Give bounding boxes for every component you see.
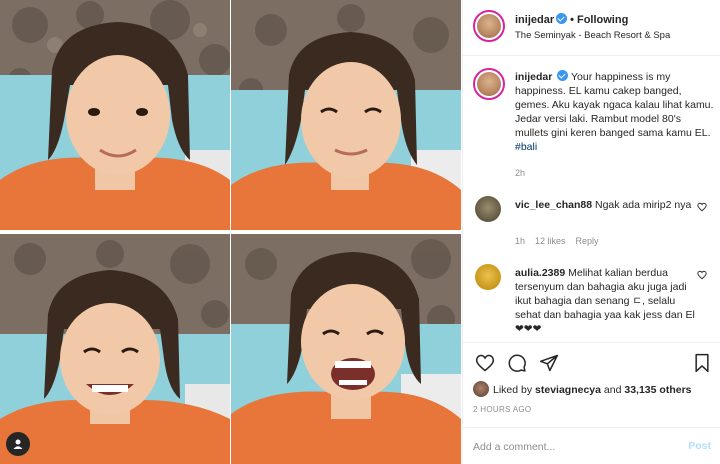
user-tag-icon	[13, 439, 23, 449]
comment-input[interactable]	[473, 438, 673, 456]
caption-username[interactable]: inijedar	[515, 71, 552, 83]
user-tag-button[interactable]	[6, 432, 30, 456]
child-smiling-image	[0, 0, 230, 230]
photo-tile-4	[231, 234, 461, 464]
comment-time: 1h	[515, 236, 526, 246]
photo-tile-2	[231, 0, 461, 230]
post-header: inijedar • Following The Seminyak - Beach …	[463, 0, 720, 56]
likes-summary: Liked by steviagnecya and 33,135 others	[473, 381, 692, 397]
child-scrunched-face-image	[231, 0, 461, 230]
likes-joiner: and	[603, 384, 622, 396]
commenter-username[interactable]: aulia.2389	[515, 267, 565, 279]
author-avatar[interactable]	[473, 10, 505, 42]
separator-dot: •	[570, 14, 574, 26]
hashtag-link[interactable]: #bali	[515, 141, 537, 153]
child-laughing-image	[231, 234, 461, 464]
comment-heart-icon[interactable]	[697, 202, 707, 212]
author-username[interactable]: inijedar	[515, 14, 554, 26]
post-actions: Liked by steviagnecya and 33,135 others …	[463, 342, 720, 464]
liker-avatar	[473, 381, 489, 397]
heart-icon[interactable]	[475, 353, 495, 373]
liker-username[interactable]: steviagnecya	[535, 384, 601, 396]
commenter-username[interactable]: vic_lee_chan88	[515, 199, 592, 211]
verified-badge-icon	[556, 13, 568, 24]
likes-prefix: Liked by	[493, 384, 533, 396]
author-line: inijedar • Following	[515, 13, 628, 26]
reply-button[interactable]: Reply	[576, 236, 599, 246]
comment-text: vic_lee_chan88 Ngak ada mirip2 nya	[515, 198, 695, 212]
caption-verified-badge-icon	[557, 70, 569, 81]
post-photo[interactable]	[0, 0, 462, 464]
add-comment-bar: Post	[463, 427, 720, 464]
comment-text: aulia.2389 Melihat kalian berdua terseny…	[515, 266, 695, 336]
share-icon[interactable]	[539, 353, 559, 373]
comment-heart-icon[interactable]	[697, 270, 707, 280]
post-comment-button[interactable]: Post	[688, 440, 711, 452]
location-link[interactable]: The Seminyak - Beach Resort & Spa	[515, 30, 670, 41]
commenter-avatar[interactable]	[475, 196, 501, 222]
post-side-panel: inijedar • Following The Seminyak - Beach …	[462, 0, 720, 464]
child-grinning-image	[0, 234, 230, 464]
caption-time: 2h	[515, 168, 526, 178]
post-timestamp: 2 HOURS AGO	[473, 405, 532, 414]
commenter-avatar[interactable]	[475, 264, 501, 290]
comment-meta: 1h 12 likes Reply	[515, 236, 609, 246]
photo-tile-1	[0, 0, 230, 230]
comment-icon[interactable]	[507, 353, 527, 373]
caption-text: inijedar Your happiness is my happiness.…	[515, 70, 715, 154]
comment-body: Ngak ada mirip2 nya	[594, 199, 692, 211]
comment-likes[interactable]: 12 likes	[535, 236, 566, 246]
following-button[interactable]: Following	[577, 14, 628, 26]
caption-avatar[interactable]	[473, 68, 505, 100]
likes-count[interactable]: 33,135 others	[624, 384, 691, 396]
action-icon-bar	[473, 353, 711, 375]
bookmark-icon[interactable]	[693, 353, 711, 373]
photo-tile-3	[0, 234, 230, 464]
